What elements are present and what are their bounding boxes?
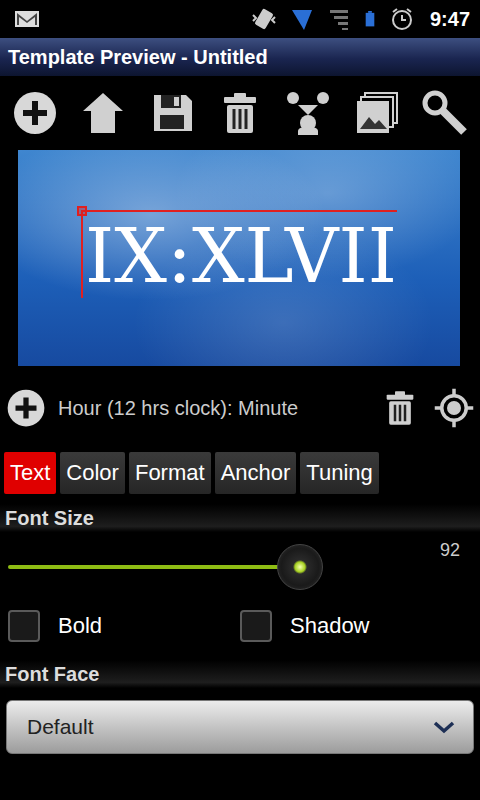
tab[interactable]: Anchor [215, 452, 297, 494]
tab[interactable]: Tuning [300, 452, 378, 494]
font-face-dropdown[interactable]: Default [6, 700, 474, 754]
trash-icon [380, 388, 420, 428]
save-button[interactable] [147, 88, 197, 138]
section-header: Font Size [0, 504, 480, 532]
tab[interactable]: Format [129, 452, 211, 494]
tab-bar: TextColorFormatAnchorTuning [0, 452, 480, 494]
clock-text: IX:XLVII [85, 216, 397, 297]
slider-fill [8, 565, 300, 569]
delete-button[interactable] [215, 88, 265, 138]
add-element-button[interactable] [4, 386, 48, 430]
gmail-icon [14, 6, 40, 32]
target-icon [433, 387, 475, 429]
element-label[interactable]: Hour (12 hrs clock): Minute [58, 397, 368, 420]
settings-button[interactable] [420, 88, 470, 138]
images-icon [353, 89, 401, 137]
status-bar: 9:47 [0, 0, 480, 38]
checkbox[interactable] [8, 610, 40, 642]
slider-value: 92 [440, 540, 460, 561]
plus-icon [11, 89, 59, 137]
home-icon [79, 89, 127, 137]
gallery-button[interactable] [352, 88, 402, 138]
checkbox-label: Shadow [290, 613, 370, 639]
clock: 9:47 [430, 8, 470, 31]
toolbar [0, 76, 480, 150]
status-icons: 9:47 [250, 5, 470, 33]
save-icon [148, 89, 196, 137]
signal-weak-icon [326, 7, 350, 31]
slider-track[interactable] [8, 565, 472, 569]
checkbox-option[interactable]: Shadow [240, 606, 472, 646]
element-row: Hour (12 hrs clock): Minute [0, 384, 480, 432]
dropdown-value: Default [27, 715, 94, 739]
text-element[interactable]: IX:XLVII [81, 210, 397, 297]
load-button[interactable] [78, 88, 128, 138]
battery-icon [362, 11, 378, 27]
section-header: Font Face [0, 660, 480, 688]
chevron-down-icon [431, 714, 457, 740]
selection-handle[interactable] [77, 206, 87, 216]
locate-button[interactable] [432, 386, 476, 430]
slider-thumb[interactable] [277, 544, 323, 590]
options-row: Bold Shadow [0, 594, 480, 646]
checkbox-option[interactable]: Bold [8, 606, 240, 646]
trash-icon [216, 89, 264, 137]
screen: 9:47 Template Preview - Untitled IX:XLVII H… [0, 0, 480, 800]
tab[interactable]: Color [60, 452, 125, 494]
share-icon [284, 89, 332, 137]
wrench-search-icon [421, 89, 469, 137]
checkbox-label: Bold [58, 613, 102, 639]
plus-icon [5, 387, 47, 429]
tab[interactable]: Text [4, 452, 56, 494]
title-bar: Template Preview - Untitled [0, 38, 480, 76]
add-button[interactable] [10, 88, 60, 138]
checkbox[interactable] [240, 610, 272, 642]
alarm-icon [390, 7, 414, 31]
widget-preview: IX:XLVII [18, 150, 460, 366]
delete-element-button[interactable] [378, 386, 422, 430]
share-button[interactable] [283, 88, 333, 138]
signal-icon [290, 7, 314, 31]
vibrate-icon [250, 5, 278, 33]
font-size-slider: 92 [0, 532, 480, 594]
